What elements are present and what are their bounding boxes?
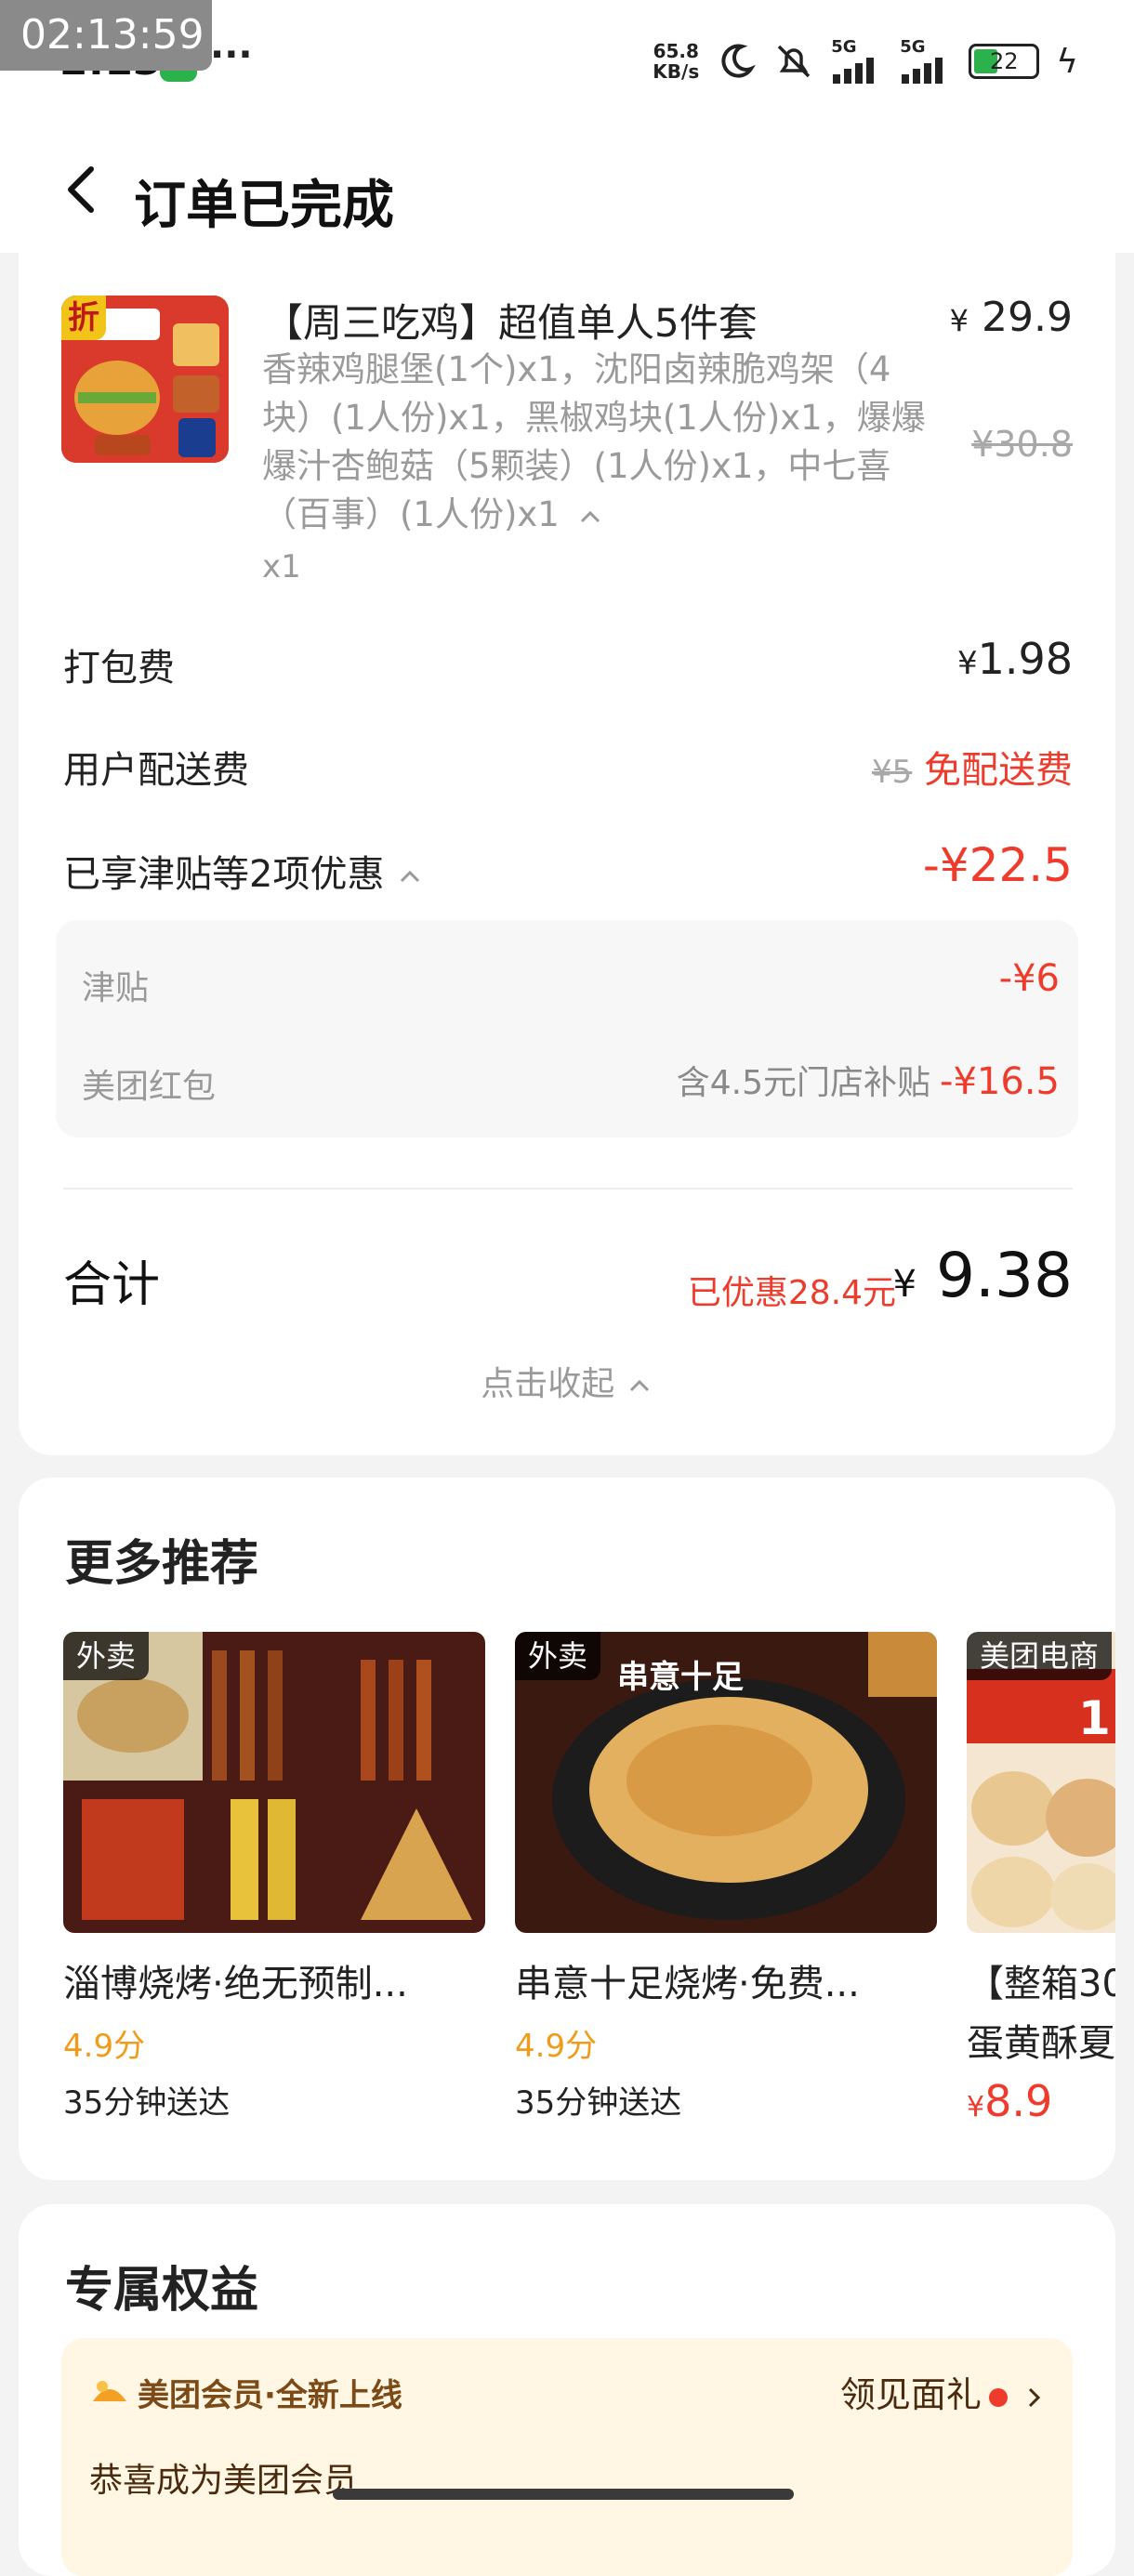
signal-5g-1: 5G — [831, 39, 883, 84]
recommendation-rating: 4.9分 — [63, 2028, 146, 2065]
delivery-fee-value: ¥5 免配送费 — [872, 749, 1073, 792]
recommendation-image-noodles[interactable]: 串意十足 外卖 — [515, 1632, 937, 1933]
packing-fee-label: 打包费 — [63, 647, 175, 690]
signal-5g-2: 5G — [900, 39, 952, 84]
more-notifications-icon: ··· — [210, 33, 253, 76]
recommendation-item[interactable]: 外卖 淄博烧烤·绝无预制... 4.9分 35分钟送达 — [63, 1632, 485, 2123]
signal-bars-icon — [902, 58, 943, 84]
product-name: 【周三吃鸡】超值单人5件套 — [264, 300, 758, 346]
battery-icon: 22 — [969, 44, 1040, 79]
recommendation-rating: 4.9分 — [515, 2028, 598, 2065]
mute-bell-icon — [778, 45, 811, 78]
discount-tag: 折 — [61, 296, 106, 340]
discounts-total: -¥22.5 — [922, 838, 1073, 892]
charging-bolt-icon: ϟ — [1056, 42, 1078, 81]
recommendation-delivery-time: 35分钟送达 — [63, 2084, 231, 2122]
notification-dot — [988, 2387, 1008, 2407]
recommendation-delivery-time: 35分钟送达 — [515, 2084, 682, 2122]
status-icons: 65.8 KB/s 5G 5G 22 ϟ — [653, 37, 1078, 85]
recommendation-tag: 外卖 — [63, 1632, 150, 1680]
discount-value-allowance: -¥6 — [998, 957, 1060, 1000]
recommendation-item[interactable]: 串意十足 外卖 串意十足烧烤·免费... 4.9分 35分钟送达 — [515, 1632, 937, 2123]
recommendations-card: 更多推荐 外卖 淄博烧烤·绝无预制... 4.9分 35分钟送达 串意十足 外卖… — [19, 1478, 1115, 2180]
screen-recorder-timer: 02:13:59 — [0, 0, 212, 71]
collapse-button[interactable]: 点击收起 — [19, 1357, 1115, 1405]
discount-label-allowance: 津贴 — [82, 969, 150, 1007]
member-title: 美团会员·全新上线 — [138, 2377, 402, 2414]
order-summary-card: 折 【周三吃鸡】超值单人5件套 香辣鸡腿堡(1个)x1，沈阳卤辣脆鸡架（4块）(… — [19, 232, 1115, 1455]
chevron-up-icon — [401, 870, 420, 883]
chevron-up-icon — [629, 1379, 649, 1392]
recommendation-tag: 外卖 — [515, 1632, 601, 1680]
product-quantity: x1 — [262, 548, 301, 585]
total-value: ¥ 9.38 — [892, 1240, 1073, 1311]
network-speed: 65.8 KB/s — [653, 40, 700, 83]
total-label: 合计 — [63, 1257, 161, 1313]
recommendation-image-bbq[interactable]: 外卖 — [63, 1632, 485, 1933]
member-gift-link[interactable]: 领见面礼 — [840, 2366, 1045, 2417]
delivery-fee-label: 用户配送费 — [63, 749, 249, 792]
back-arrow-icon[interactable] — [54, 162, 110, 217]
home-indicator[interactable] — [333, 2489, 794, 2500]
discounts-toggle[interactable]: 已享津贴等2项优惠 — [63, 844, 424, 898]
divider — [63, 1188, 1073, 1189]
discount-value-red-packet: 含4.5元门店补贴 -¥16.5 — [676, 1060, 1060, 1103]
do-not-disturb-moon-icon — [721, 44, 757, 78]
image-text: 串意十足 — [617, 1659, 744, 1696]
member-subtitle: 恭喜成为美团会员 — [89, 2462, 358, 2500]
recommendation-item[interactable]: 1 美团电商 【整箱30 蛋黄酥夏 ¥8.9 — [967, 1632, 1115, 2126]
recommendation-name-line2: 蛋黄酥夏 — [967, 2022, 1115, 2065]
page-title: 订单已完成 — [134, 176, 394, 236]
recommendation-tag: 美团电商 — [967, 1632, 1113, 1680]
total-saved: 已优惠28.4元 — [687, 1274, 896, 1312]
chevron-up-icon[interactable] — [576, 506, 604, 527]
recommendation-price: ¥8.9 — [967, 2076, 1053, 2126]
signal-bars-icon — [833, 58, 875, 84]
image-text: 1 — [1078, 1691, 1111, 1745]
product-price: ¥ 29.9 — [949, 294, 1073, 341]
benefits-card: 专属权益 美团会员·全新上线 领见面礼 恭喜成为美团会员 — [19, 2204, 1115, 2576]
recommendations-title: 更多推荐 — [65, 1536, 259, 1592]
recommendation-image-pastry[interactable]: 1 美团电商 — [967, 1632, 1115, 1933]
member-benefit-banner[interactable]: 美团会员·全新上线 领见面礼 恭喜成为美团会员 — [61, 2338, 1073, 2576]
recommendation-name: 串意十足烧烤·免费... — [515, 1963, 860, 2005]
member-crown-icon — [93, 2381, 126, 2401]
discount-details-panel: 津贴 -¥6 美团红包 含4.5元门店补贴 -¥16.5 — [56, 920, 1078, 1137]
product-original-price: ¥30.8 — [971, 424, 1073, 465]
discount-label-red-packet: 美团红包 — [82, 1068, 217, 1106]
recommendation-name: 【整箱30 — [967, 1963, 1115, 2005]
product-thumbnail[interactable]: 折 — [61, 296, 229, 463]
recommendation-name: 淄博烧烤·绝无预制... — [63, 1963, 408, 2005]
packing-fee-value: ¥1.98 — [956, 634, 1073, 684]
product-description[interactable]: 香辣鸡腿堡(1个)x1，沈阳卤辣脆鸡架（4块）(1人份)x1，黑椒鸡块(1人份)… — [262, 346, 941, 539]
status-bar: 2:13 ··· 02:13:59 65.8 KB/s 5G 5G — [0, 0, 1134, 121]
benefits-title: 专属权益 — [65, 2263, 259, 2319]
chevron-right-icon — [1028, 2387, 1041, 2407]
